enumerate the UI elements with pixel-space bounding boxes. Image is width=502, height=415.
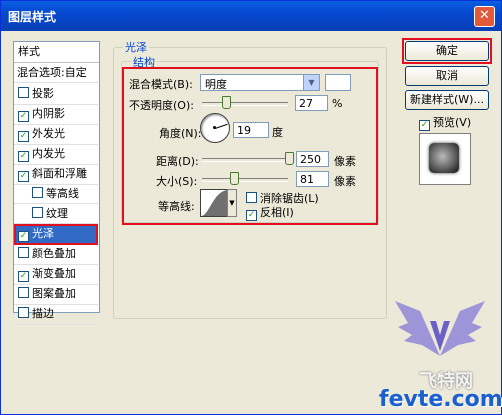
style-item-8[interactable]: 颜色叠加 bbox=[14, 244, 98, 265]
chevron-down-icon: ▼ bbox=[303, 75, 319, 90]
preview-checkbox[interactable]: ✓ 预览(V) bbox=[419, 114, 471, 131]
window-title: 图层样式 bbox=[8, 10, 57, 24]
close-button[interactable]: ✕ bbox=[474, 6, 495, 27]
style-item-label: 颜色叠加 bbox=[32, 247, 76, 260]
contour-preview[interactable] bbox=[200, 189, 228, 217]
ok-highlight bbox=[402, 38, 492, 64]
angle-dial[interactable] bbox=[200, 113, 230, 143]
checkmark-icon: ✓ bbox=[419, 120, 430, 131]
style-item-7[interactable]: ✓ 光泽 bbox=[14, 224, 98, 245]
style-item-label: 内发光 bbox=[32, 147, 65, 160]
style-item-label: 等高线 bbox=[46, 187, 79, 200]
distance-unit: 像素 bbox=[334, 155, 356, 168]
styles-header[interactable]: 样式 bbox=[14, 42, 99, 63]
contour-label: 等高线: bbox=[158, 200, 195, 213]
blend-mode-label: 混合模式(B): bbox=[129, 78, 193, 91]
opacity-unit: % bbox=[332, 97, 343, 110]
checkbox-icon[interactable] bbox=[32, 187, 43, 198]
style-item-label: 图案叠加 bbox=[32, 287, 76, 300]
angle-dial-center bbox=[213, 126, 216, 129]
checkmark-icon[interactable]: ✓ bbox=[18, 111, 29, 122]
style-item-6[interactable]: 纹理 bbox=[14, 204, 98, 224]
new-style-button[interactable]: 新建样式(W)... bbox=[405, 90, 489, 110]
style-item-0[interactable]: 投影 bbox=[14, 84, 98, 105]
checkbox-icon[interactable] bbox=[18, 87, 29, 98]
style-item-label: 光泽 bbox=[32, 227, 54, 240]
style-item-11[interactable]: 描边 bbox=[14, 304, 98, 325]
blend-mode-value: 明度 bbox=[205, 78, 227, 91]
title-bar[interactable]: 图层样式 ✕ bbox=[1, 1, 501, 31]
opacity-input[interactable]: 27 bbox=[295, 95, 328, 111]
contour-curve-icon bbox=[201, 190, 227, 216]
style-item-1[interactable]: ✓ 内阴影 bbox=[14, 104, 98, 125]
checkmark-icon[interactable]: ✓ bbox=[18, 271, 29, 282]
blend-options-item[interactable]: 混合选项:自定 bbox=[14, 63, 98, 83]
checkmark-icon[interactable]: ✓ bbox=[18, 231, 29, 242]
style-item-4[interactable]: ✓ 斜面和浮雕 bbox=[14, 164, 98, 185]
watermark-logo bbox=[390, 301, 490, 371]
satin-group-title: 光泽 bbox=[123, 39, 149, 55]
distance-slider-thumb[interactable] bbox=[285, 152, 294, 165]
distance-input[interactable]: 250 bbox=[296, 151, 329, 167]
cancel-button[interactable]: 取消 bbox=[405, 66, 489, 86]
invert-label: 反相(I) bbox=[260, 206, 294, 219]
style-item-10[interactable]: 图案叠加 bbox=[14, 284, 98, 305]
style-item-label: 斜面和浮雕 bbox=[32, 167, 87, 180]
style-item-5[interactable]: 等高线 bbox=[14, 184, 98, 204]
distance-slider-track[interactable] bbox=[202, 158, 288, 162]
checkmark-icon[interactable]: ✓ bbox=[18, 131, 29, 142]
layer-style-dialog: 图层样式 ✕ 样式 混合选项:自定 投影 ✓ 内阴影 ✓ 外发光 ✓ 内发光 ✓ 斜面和浮雕 等高… bbox=[0, 0, 502, 415]
distance-label: 距离(D): bbox=[156, 155, 199, 168]
angle-input[interactable]: 19 bbox=[233, 122, 269, 138]
angle-label: 角度(N): bbox=[159, 127, 202, 140]
checkmark-icon: ✓ bbox=[246, 210, 257, 221]
style-item-label: 渐变叠加 bbox=[32, 267, 76, 280]
checkmark-icon[interactable]: ✓ bbox=[18, 171, 29, 182]
style-item-9[interactable]: ✓ 渐变叠加 bbox=[14, 264, 98, 285]
size-unit: 像素 bbox=[334, 175, 356, 188]
wings-logo-icon bbox=[395, 301, 485, 356]
preview-swatch bbox=[429, 143, 459, 173]
checkmark-icon[interactable]: ✓ bbox=[18, 151, 29, 162]
size-input[interactable]: 81 bbox=[296, 171, 329, 187]
color-swatch[interactable] bbox=[325, 74, 351, 91]
style-item-label: 投影 bbox=[32, 87, 54, 100]
size-label: 大小(S): bbox=[156, 175, 198, 188]
opacity-label: 不透明度(O): bbox=[129, 99, 194, 112]
angle-dial-needle bbox=[215, 123, 228, 129]
invert-checkbox[interactable]: ✓ 反相(I) bbox=[246, 204, 294, 221]
style-item-3[interactable]: ✓ 内发光 bbox=[14, 144, 98, 165]
blend-mode-select[interactable]: 明度 ▼ bbox=[200, 74, 320, 91]
angle-unit: 度 bbox=[272, 126, 283, 139]
checkbox-icon[interactable] bbox=[18, 307, 29, 318]
antialias-checkbox-box bbox=[246, 192, 257, 203]
opacity-slider-thumb[interactable] bbox=[222, 96, 231, 109]
contour-dropdown-arrow[interactable]: ▼ bbox=[227, 189, 237, 217]
opacity-slider-track[interactable] bbox=[202, 102, 288, 106]
preview-label: 预览(V) bbox=[433, 116, 472, 129]
style-item-2[interactable]: ✓ 外发光 bbox=[14, 124, 98, 145]
size-slider-track[interactable] bbox=[202, 178, 288, 182]
style-preview bbox=[419, 133, 471, 185]
size-slider-thumb[interactable] bbox=[230, 172, 239, 185]
style-item-label: 纹理 bbox=[46, 207, 68, 220]
checkbox-icon[interactable] bbox=[18, 287, 29, 298]
checkbox-icon[interactable] bbox=[18, 247, 29, 258]
checkbox-icon[interactable] bbox=[32, 207, 43, 218]
style-item-label: 外发光 bbox=[32, 127, 65, 140]
styles-list: 样式 混合选项:自定 投影 ✓ 内阴影 ✓ 外发光 ✓ 内发光 ✓ 斜面和浮雕 等高线 纹理 ✓ 光泽颜… bbox=[13, 41, 100, 325]
watermark-text-url: fevte.com bbox=[379, 387, 502, 412]
style-item-label: 描边 bbox=[32, 307, 54, 320]
style-item-label: 内阴影 bbox=[32, 107, 65, 120]
